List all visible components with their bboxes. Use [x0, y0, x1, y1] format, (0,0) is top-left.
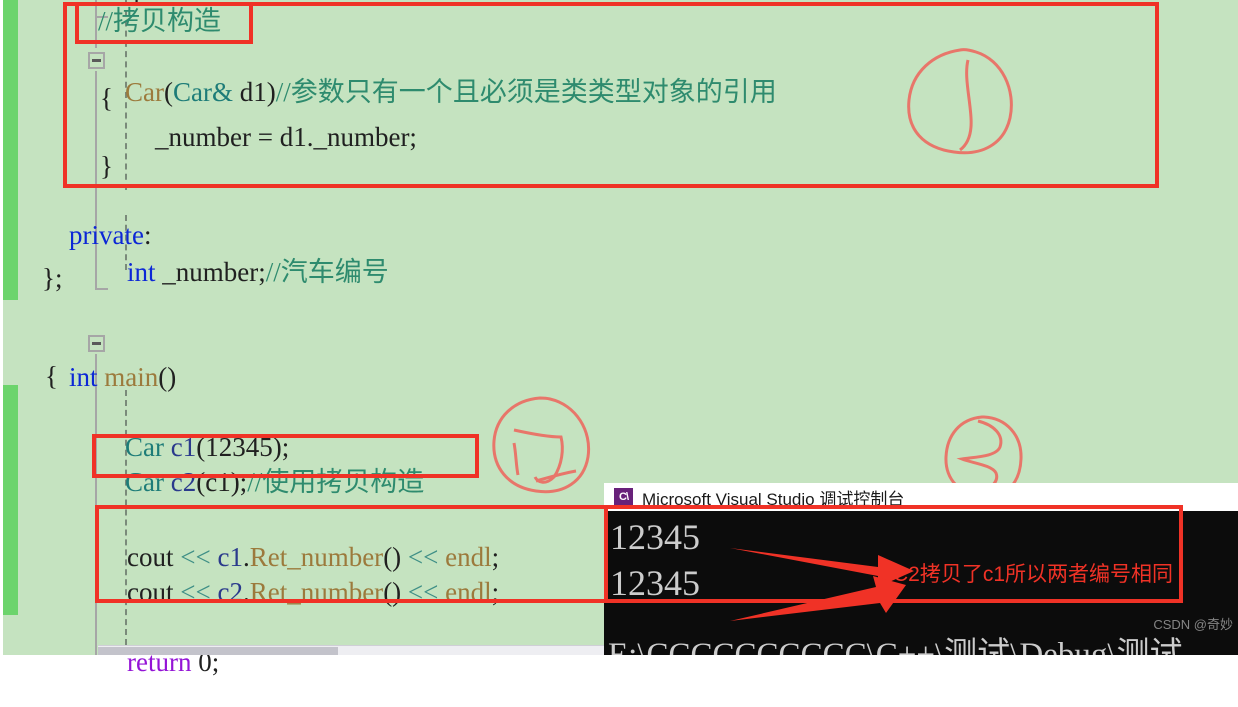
console-icon-glyph: C\ — [619, 490, 629, 503]
token-main-parens: () — [158, 362, 177, 392]
highlight-box-cout-statements — [95, 505, 668, 603]
token-main-name: main — [97, 362, 159, 392]
change-indicator-bar — [3, 385, 18, 615]
highlight-box-copy-construct-usage — [92, 434, 479, 478]
visual-studio-console-icon: C\ — [614, 487, 633, 507]
code-line-main-open-brace: { — [45, 361, 58, 391]
change-indicator-bar — [3, 0, 18, 300]
highlight-box-copy-constructor — [63, 2, 1159, 188]
token-member-comment: //汽车编号 — [265, 257, 389, 287]
code-line-class-end: }; — [42, 263, 63, 293]
horizontal-scrollbar[interactable] — [98, 645, 604, 655]
code-line-return: return 0; — [100, 617, 219, 707]
console-path-line: E:\CCCCCCCCCC\C++\测试\Debug\测试 — [608, 637, 1183, 655]
highlight-box-console-output — [604, 505, 1183, 603]
horizontal-scrollbar-thumb[interactable] — [98, 647, 338, 655]
token-main-int: int — [69, 362, 98, 392]
token-int-keyword: int — [127, 257, 156, 287]
code-line-member-declaration: int _number;//汽车编号 — [100, 227, 389, 317]
csdn-watermark: CSDN @奇妙 — [1153, 617, 1233, 632]
token-member-name: _number; — [155, 257, 266, 287]
scribble-near-c2-line — [492, 396, 591, 494]
